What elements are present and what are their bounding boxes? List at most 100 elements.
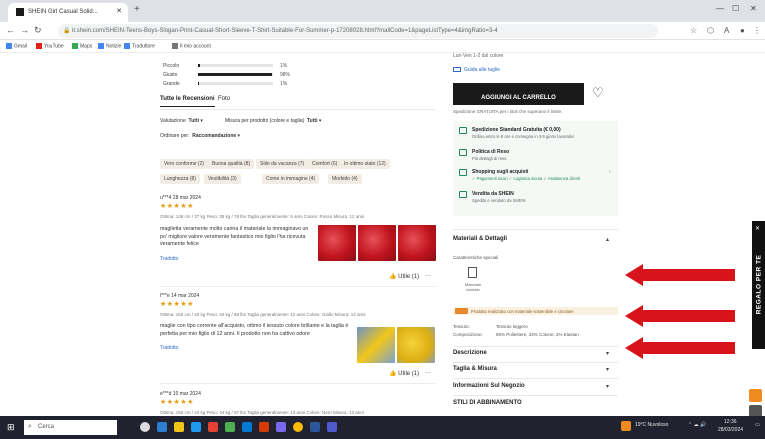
benefit-title: Vendita da SHEIN — [472, 191, 514, 197]
review-author: l***e 14 mar 2024 — [160, 293, 200, 299]
review-photo[interactable] — [357, 327, 395, 363]
more-options-icon[interactable]: ··· — [425, 273, 431, 279]
reload-icon[interactable]: ↻ — [34, 25, 42, 36]
size-guide-link[interactable]: Guida alle taglie — [453, 67, 500, 73]
price-note: Lun-Ven 1-2 dal colore — [453, 53, 504, 59]
back-icon[interactable]: ← — [6, 25, 15, 35]
maximize-icon[interactable]: ☐ — [732, 4, 739, 13]
bookmark-item[interactable]: YouTube — [36, 43, 64, 49]
section-divider — [453, 229, 618, 230]
app-icon[interactable] — [208, 422, 218, 432]
wishlist-heart-icon[interactable]: ♡ — [592, 85, 604, 101]
app-icon[interactable] — [225, 422, 235, 432]
notifications-icon[interactable]: ▭ — [755, 422, 760, 428]
minimize-icon[interactable]: — — [716, 4, 724, 13]
tab-photos[interactable]: Foto — [218, 96, 230, 102]
chevron-up-icon[interactable]: ▴ — [606, 236, 609, 243]
store-app-icon[interactable] — [191, 422, 201, 432]
fit-label: Giusto — [163, 72, 178, 78]
review-meta: Ottima: 155 cm / 44 kg Peso: 44 kg / 97 … — [160, 410, 364, 415]
tag-chip[interactable]: Vestibilità (3) — [204, 174, 241, 184]
taskbar-search[interactable]: ⌕ Cerca — [24, 420, 117, 435]
review-stars: ★★★★★ — [160, 301, 194, 308]
review-photo[interactable] — [398, 225, 436, 261]
more-options-icon[interactable]: ··· — [425, 370, 431, 376]
bookmark-item[interactable]: Il mio account — [172, 43, 211, 49]
weather-icon[interactable] — [621, 421, 631, 431]
bookmark-item[interactable]: Traduttore — [124, 43, 155, 49]
new-tab-icon[interactable]: + — [134, 4, 140, 15]
bookmark-item[interactable]: Maps — [72, 43, 92, 49]
mail-icon[interactable] — [242, 422, 252, 432]
sort-filter[interactable]: Ordinare per: Raccomandazione ▾ — [160, 133, 240, 139]
add-to-cart-button[interactable]: AGGIUNGI AL CARRELLO — [453, 83, 584, 105]
tag-chip[interactable]: In ottimo stato (12) — [340, 159, 390, 169]
close-tab-icon[interactable]: ✕ — [116, 7, 122, 15]
review-photo[interactable] — [358, 225, 396, 261]
browser-tab[interactable]: SHEIN Girl Casual Solid... ✕ — [8, 3, 128, 22]
bookmark-item[interactable]: Gmail — [6, 43, 27, 49]
review-photo[interactable] — [318, 225, 356, 261]
search-icon: ⌕ — [28, 423, 32, 430]
tag-chip[interactable]: Morbido (4) — [328, 174, 362, 184]
tag-chip[interactable]: Buona qualità (8) — [208, 159, 255, 169]
matching-styles-section[interactable]: STILI DI ABBINAMENTO — [453, 400, 522, 406]
review-author: e***d 10 mar 2024 — [160, 391, 201, 397]
chevron-down-icon[interactable]: ▾ — [606, 383, 609, 390]
star-icon[interactable]: ☆ — [690, 26, 697, 35]
size-filter[interactable]: Misura per prodotto (colore e taglia) Tu… — [225, 118, 321, 124]
bookmark-item[interactable]: Notizie — [98, 43, 121, 49]
size-fit-section[interactable]: Taglia & Misura — [453, 366, 497, 372]
gift-side-tab[interactable]: ✕ REGALO PER TE — [752, 221, 765, 349]
clock-time[interactable]: 12:36 — [724, 419, 737, 425]
materials-section-title[interactable]: Materiali & Dettagli — [453, 236, 507, 242]
tag-chip[interactable]: Comfort (6) — [308, 159, 342, 169]
review-photo[interactable] — [397, 327, 435, 363]
tag-chip[interactable]: Stile da vacanza (7) — [256, 159, 309, 169]
shein-favicon-icon — [16, 8, 24, 16]
profile-icon[interactable]: A — [724, 26, 729, 35]
chevron-right-icon[interactable]: › — [609, 169, 611, 175]
extensions-icon[interactable]: ⬡ — [707, 26, 714, 35]
windows-start-icon[interactable]: ⊞ — [7, 422, 17, 432]
chrome-icon[interactable] — [293, 422, 303, 432]
shipping-note: Spedizione GRATUITA per i titoli che sup… — [453, 109, 563, 114]
word-icon[interactable] — [310, 422, 320, 432]
file-explorer-icon[interactable] — [174, 422, 184, 432]
review-divider — [160, 286, 435, 287]
teams-icon[interactable] — [327, 422, 337, 432]
edge-icon[interactable] — [157, 422, 167, 432]
sustainability-banner[interactable]: Prodotto realizzato con materiale sosten… — [453, 307, 618, 315]
tab-all-reviews[interactable]: Tutte le Recensioni — [160, 96, 215, 107]
task-view-icon[interactable] — [140, 422, 150, 432]
address-bar[interactable]: 🔒 it.shein.com/SHEIN-Teens-Boys-Slogan-P… — [58, 24, 658, 38]
tag-chip[interactable]: Come in immagine (4) — [262, 174, 320, 184]
tray-icons[interactable]: ⌃ ☁ 🔊 — [688, 422, 706, 428]
close-window-icon[interactable]: ✕ — [750, 4, 757, 13]
helpful-button[interactable]: 👍 Utile (1) — [389, 273, 419, 280]
chevron-down-icon[interactable]: ▾ — [606, 350, 609, 357]
tag-chip[interactable]: Lunghezza (8) — [160, 174, 200, 184]
helpful-button[interactable]: 👍 Utile (1) — [389, 370, 419, 377]
rating-filter[interactable]: Valutazione Tutti ▾ — [160, 118, 203, 124]
app-icon[interactable] — [276, 422, 286, 432]
app-icon[interactable] — [259, 422, 269, 432]
menu-kebab-icon[interactable]: ⋮ — [753, 26, 761, 35]
benefit-subtitle: Più dettagli di reso — [472, 156, 507, 161]
chat-icon[interactable] — [749, 389, 762, 402]
forward-icon[interactable]: → — [20, 25, 29, 35]
chevron-down-icon[interactable]: ▾ — [606, 366, 609, 373]
tag-chip[interactable]: Vero conforme (2) — [160, 159, 209, 169]
benefit-title: Shopping sugli acquisti — [472, 169, 529, 175]
weather-text[interactable]: 19°C Nuvoloso — [635, 422, 668, 428]
translated-link[interactable]: Tradotto — [160, 256, 178, 262]
account-avatar-icon[interactable]: ● — [740, 26, 745, 35]
store-info-section[interactable]: Informazioni Sul Negozio — [453, 383, 525, 389]
red-arrow-annotation — [625, 264, 735, 286]
fit-label: Grande — [163, 81, 180, 87]
description-section[interactable]: Descrizione — [453, 350, 487, 356]
red-arrow-annotation — [625, 337, 735, 359]
windows-taskbar: ⊞ ⌕ Cerca 19°C Nuvoloso ⌃ ☁ 🔊 12:36 28/0… — [0, 416, 765, 439]
clock-date[interactable]: 28/03/2024 — [718, 427, 743, 433]
translated-link[interactable]: Tradotto — [160, 345, 178, 351]
